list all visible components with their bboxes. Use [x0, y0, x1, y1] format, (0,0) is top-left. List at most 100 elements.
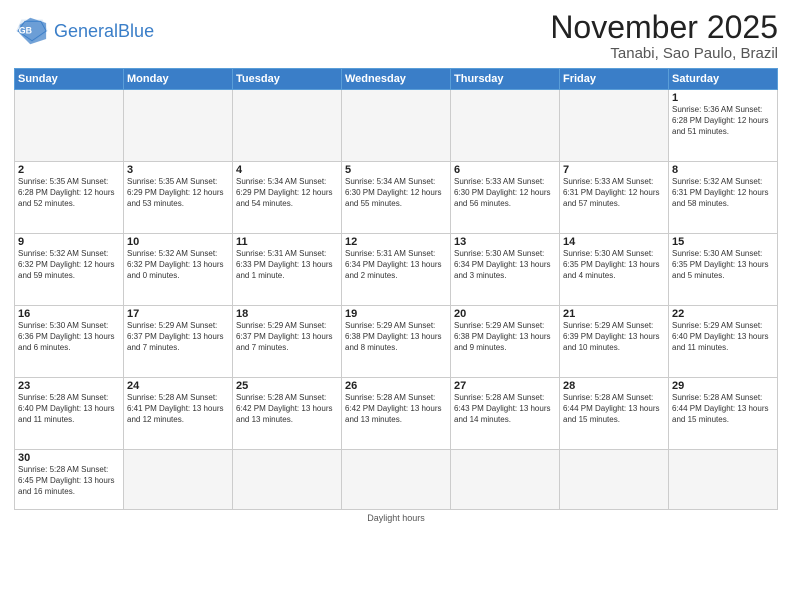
table-row: 18Sunrise: 5:29 AM Sunset: 6:37 PM Dayli… [233, 306, 342, 378]
week-row-4: 23Sunrise: 5:28 AM Sunset: 6:40 PM Dayli… [15, 378, 778, 450]
day-info: Sunrise: 5:35 AM Sunset: 6:29 PM Dayligh… [127, 177, 229, 209]
day-number: 12 [345, 236, 447, 248]
table-row [124, 450, 233, 510]
day-info: Sunrise: 5:31 AM Sunset: 6:33 PM Dayligh… [236, 249, 338, 281]
header-monday: Monday [124, 69, 233, 90]
day-info: Sunrise: 5:32 AM Sunset: 6:32 PM Dayligh… [18, 249, 120, 281]
day-info: Sunrise: 5:35 AM Sunset: 6:28 PM Dayligh… [18, 177, 120, 209]
table-row: 20Sunrise: 5:29 AM Sunset: 6:38 PM Dayli… [451, 306, 560, 378]
day-number: 5 [345, 164, 447, 176]
table-row: 13Sunrise: 5:30 AM Sunset: 6:34 PM Dayli… [451, 234, 560, 306]
day-number: 20 [454, 308, 556, 320]
table-row: 4Sunrise: 5:34 AM Sunset: 6:29 PM Daylig… [233, 162, 342, 234]
day-number: 10 [127, 236, 229, 248]
day-info: Sunrise: 5:28 AM Sunset: 6:41 PM Dayligh… [127, 393, 229, 425]
day-number: 6 [454, 164, 556, 176]
day-number: 23 [18, 380, 120, 392]
day-number: 8 [672, 164, 774, 176]
day-info: Sunrise: 5:28 AM Sunset: 6:40 PM Dayligh… [18, 393, 120, 425]
month-title: November 2025 [550, 10, 778, 45]
day-number: 18 [236, 308, 338, 320]
day-number: 2 [18, 164, 120, 176]
table-row: 22Sunrise: 5:29 AM Sunset: 6:40 PM Dayli… [669, 306, 778, 378]
day-info: Sunrise: 5:28 AM Sunset: 6:43 PM Dayligh… [454, 393, 556, 425]
day-info: Sunrise: 5:28 AM Sunset: 6:42 PM Dayligh… [345, 393, 447, 425]
table-row: 23Sunrise: 5:28 AM Sunset: 6:40 PM Dayli… [15, 378, 124, 450]
day-number: 29 [672, 380, 774, 392]
day-info: Sunrise: 5:30 AM Sunset: 6:35 PM Dayligh… [563, 249, 665, 281]
logo-text: GeneralBlue [54, 22, 154, 40]
table-row: 2Sunrise: 5:35 AM Sunset: 6:28 PM Daylig… [15, 162, 124, 234]
calendar-table: Sunday Monday Tuesday Wednesday Thursday… [14, 68, 778, 510]
header-wednesday: Wednesday [342, 69, 451, 90]
table-row [451, 450, 560, 510]
week-row-2: 9Sunrise: 5:32 AM Sunset: 6:32 PM Daylig… [15, 234, 778, 306]
table-row: 24Sunrise: 5:28 AM Sunset: 6:41 PM Dayli… [124, 378, 233, 450]
table-row: 19Sunrise: 5:29 AM Sunset: 6:38 PM Dayli… [342, 306, 451, 378]
day-info: Sunrise: 5:29 AM Sunset: 6:37 PM Dayligh… [127, 321, 229, 353]
day-number: 17 [127, 308, 229, 320]
day-number: 28 [563, 380, 665, 392]
day-info: Sunrise: 5:33 AM Sunset: 6:30 PM Dayligh… [454, 177, 556, 209]
week-row-0: 1Sunrise: 5:36 AM Sunset: 6:28 PM Daylig… [15, 90, 778, 162]
day-info: Sunrise: 5:28 AM Sunset: 6:42 PM Dayligh… [236, 393, 338, 425]
logo-blue: Blue [118, 21, 154, 41]
day-number: 7 [563, 164, 665, 176]
day-number: 16 [18, 308, 120, 320]
table-row: 7Sunrise: 5:33 AM Sunset: 6:31 PM Daylig… [560, 162, 669, 234]
table-row: 21Sunrise: 5:29 AM Sunset: 6:39 PM Dayli… [560, 306, 669, 378]
day-info: Sunrise: 5:30 AM Sunset: 6:34 PM Dayligh… [454, 249, 556, 281]
table-row: 14Sunrise: 5:30 AM Sunset: 6:35 PM Dayli… [560, 234, 669, 306]
logo-area: GB GeneralBlue [14, 16, 154, 46]
day-number: 26 [345, 380, 447, 392]
table-row: 26Sunrise: 5:28 AM Sunset: 6:42 PM Dayli… [342, 378, 451, 450]
header-thursday: Thursday [451, 69, 560, 90]
table-row: 5Sunrise: 5:34 AM Sunset: 6:30 PM Daylig… [342, 162, 451, 234]
title-area: November 2025 Tanabi, Sao Paulo, Brazil [550, 10, 778, 62]
day-number: 30 [18, 452, 120, 464]
location-title: Tanabi, Sao Paulo, Brazil [550, 45, 778, 62]
day-info: Sunrise: 5:29 AM Sunset: 6:40 PM Dayligh… [672, 321, 774, 353]
day-info: Sunrise: 5:28 AM Sunset: 6:45 PM Dayligh… [18, 465, 120, 497]
header-tuesday: Tuesday [233, 69, 342, 90]
table-row: 16Sunrise: 5:30 AM Sunset: 6:36 PM Dayli… [15, 306, 124, 378]
day-info: Sunrise: 5:30 AM Sunset: 6:36 PM Dayligh… [18, 321, 120, 353]
svg-text:GB: GB [19, 26, 32, 36]
table-row: 1Sunrise: 5:36 AM Sunset: 6:28 PM Daylig… [669, 90, 778, 162]
header-friday: Friday [560, 69, 669, 90]
table-row: 27Sunrise: 5:28 AM Sunset: 6:43 PM Dayli… [451, 378, 560, 450]
day-info: Sunrise: 5:32 AM Sunset: 6:32 PM Dayligh… [127, 249, 229, 281]
day-info: Sunrise: 5:30 AM Sunset: 6:35 PM Dayligh… [672, 249, 774, 281]
table-row [560, 90, 669, 162]
day-info: Sunrise: 5:28 AM Sunset: 6:44 PM Dayligh… [672, 393, 774, 425]
footer-daylight: Daylight hours [14, 513, 778, 523]
day-number: 1 [672, 92, 774, 104]
day-info: Sunrise: 5:28 AM Sunset: 6:44 PM Dayligh… [563, 393, 665, 425]
day-info: Sunrise: 5:31 AM Sunset: 6:34 PM Dayligh… [345, 249, 447, 281]
table-row: 30Sunrise: 5:28 AM Sunset: 6:45 PM Dayli… [15, 450, 124, 510]
week-row-3: 16Sunrise: 5:30 AM Sunset: 6:36 PM Dayli… [15, 306, 778, 378]
table-row [124, 90, 233, 162]
table-row: 9Sunrise: 5:32 AM Sunset: 6:32 PM Daylig… [15, 234, 124, 306]
day-number: 22 [672, 308, 774, 320]
day-number: 21 [563, 308, 665, 320]
table-row: 10Sunrise: 5:32 AM Sunset: 6:32 PM Dayli… [124, 234, 233, 306]
generalblue-logo-icon: GB [14, 16, 50, 46]
day-info: Sunrise: 5:34 AM Sunset: 6:30 PM Dayligh… [345, 177, 447, 209]
day-number: 25 [236, 380, 338, 392]
header: GB GeneralBlue November 2025 Tanabi, Sao… [14, 10, 778, 62]
table-row [233, 450, 342, 510]
table-row [342, 90, 451, 162]
table-row: 12Sunrise: 5:31 AM Sunset: 6:34 PM Dayli… [342, 234, 451, 306]
weekday-header-row: Sunday Monday Tuesday Wednesday Thursday… [15, 69, 778, 90]
day-info: Sunrise: 5:32 AM Sunset: 6:31 PM Dayligh… [672, 177, 774, 209]
day-number: 27 [454, 380, 556, 392]
table-row [669, 450, 778, 510]
day-number: 4 [236, 164, 338, 176]
table-row [560, 450, 669, 510]
table-row [15, 90, 124, 162]
table-row: 6Sunrise: 5:33 AM Sunset: 6:30 PM Daylig… [451, 162, 560, 234]
table-row [233, 90, 342, 162]
table-row [451, 90, 560, 162]
page: GB GeneralBlue November 2025 Tanabi, Sao… [0, 0, 792, 612]
